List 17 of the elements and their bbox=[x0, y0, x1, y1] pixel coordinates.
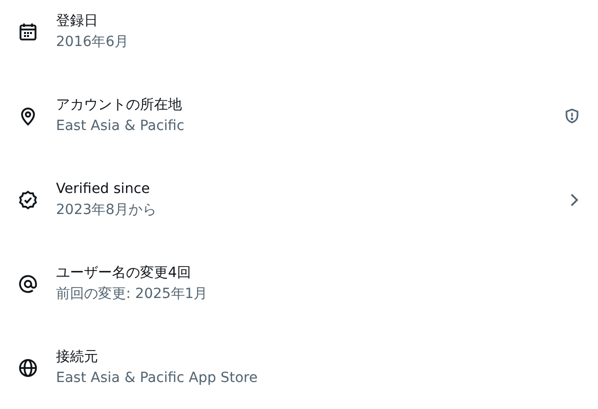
verified-badge-icon bbox=[18, 190, 38, 210]
item-subtitle: 前回の変更: 2025年1月 bbox=[56, 285, 209, 304]
item-title: ユーザー名の変更4回 bbox=[56, 264, 192, 283]
item-subtitle: 2016年6月 bbox=[56, 33, 130, 52]
shield-alert-icon[interactable] bbox=[564, 108, 580, 124]
item-title: アカウントの所在地 bbox=[56, 96, 183, 115]
calendar-icon bbox=[18, 22, 38, 42]
at-sign-icon bbox=[18, 274, 38, 294]
globe-icon bbox=[18, 358, 38, 378]
location-pin-icon bbox=[18, 106, 38, 126]
item-title: 接続元 bbox=[56, 348, 99, 367]
item-title: Verified since bbox=[56, 180, 151, 199]
chevron-right-icon[interactable] bbox=[568, 192, 580, 208]
item-subtitle: East Asia & Pacific App Store bbox=[56, 369, 259, 388]
item-title: 登録日 bbox=[56, 12, 99, 31]
item-subtitle: East Asia & Pacific bbox=[56, 117, 186, 136]
item-subtitle: 2023年8月から bbox=[56, 201, 158, 220]
